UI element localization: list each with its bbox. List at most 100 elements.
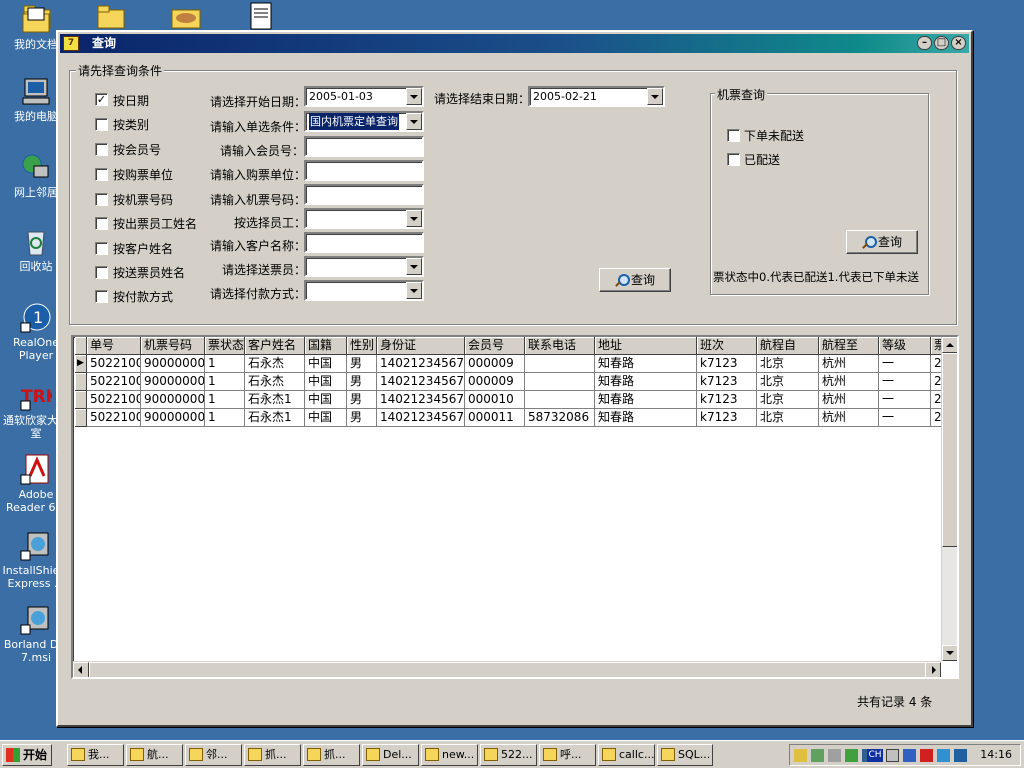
column-header[interactable]: 国籍 — [305, 337, 347, 355]
checkbox-ordered-not-delivered[interactable] — [727, 129, 740, 142]
checkbox-by-customer-name[interactable] — [95, 242, 108, 255]
table-cell[interactable]: 男 — [347, 373, 377, 391]
checkbox-delivered[interactable] — [727, 153, 740, 166]
tray-tool-icon[interactable] — [845, 749, 858, 762]
column-header[interactable]: 会员号 — [465, 337, 525, 355]
row-indicator[interactable] — [75, 409, 87, 427]
table-cell[interactable]: k7123 — [697, 391, 757, 409]
ticket-no-input[interactable] — [304, 184, 424, 205]
column-header[interactable]: 班次 — [697, 337, 757, 355]
checkbox-by-employee-name[interactable] — [95, 217, 108, 230]
checkbox-by-member-no[interactable] — [95, 143, 108, 156]
table-cell[interactable]: 000009 — [465, 373, 525, 391]
start-button[interactable]: 开始 — [2, 744, 52, 766]
start-date-dropdown-button[interactable] — [406, 88, 422, 105]
table-cell[interactable]: 1 — [205, 373, 245, 391]
minimize-button[interactable]: – — [917, 36, 932, 50]
table-cell[interactable]: 知春路 — [595, 355, 697, 373]
table-cell[interactable]: k7123 — [697, 373, 757, 391]
scroll-left-button[interactable] — [73, 662, 89, 677]
table-cell[interactable]: 9000000000 — [141, 391, 205, 409]
table-cell[interactable]: 中国 — [305, 391, 347, 409]
taskbar-button[interactable]: 522... — [480, 744, 537, 766]
desktop-top-icon-4[interactable] — [248, 2, 274, 30]
delphi-app-icon[interactable]: 7 — [63, 36, 79, 51]
scroll-right-button[interactable] — [925, 662, 941, 677]
table-cell[interactable] — [525, 373, 595, 391]
payment-select[interactable] — [304, 280, 424, 301]
table-cell[interactable]: 石永杰1 — [245, 409, 305, 427]
table-cell[interactable]: k7123 — [697, 355, 757, 373]
row-indicator[interactable]: ▶ — [75, 355, 87, 373]
query-button[interactable]: 查询 — [599, 268, 671, 292]
table-cell[interactable]: 北京 — [757, 373, 819, 391]
table-cell[interactable]: 北京 — [757, 391, 819, 409]
single-condition-dropdown-button[interactable] — [406, 113, 422, 130]
column-header[interactable]: 客户姓名 — [245, 337, 305, 355]
table-cell[interactable] — [525, 391, 595, 409]
table-cell[interactable]: 男 — [347, 409, 377, 427]
end-date-picker[interactable]: 2005-02-21 — [528, 86, 665, 107]
table-cell[interactable]: 北京 — [757, 409, 819, 427]
table-cell[interactable]: 9000000000 — [141, 355, 205, 373]
close-button[interactable]: × — [951, 36, 966, 50]
column-header[interactable]: 等级 — [879, 337, 931, 355]
desktop-top-icon-2[interactable] — [96, 4, 126, 30]
tray-messenger-icon[interactable] — [937, 749, 950, 762]
column-header[interactable]: 机票号码 — [141, 337, 205, 355]
table-cell[interactable]: 一 — [879, 409, 931, 427]
employee-select[interactable] — [304, 208, 424, 229]
table-cell[interactable]: 男 — [347, 391, 377, 409]
checkbox-by-ticket-no[interactable] — [95, 193, 108, 206]
scroll-down-button[interactable] — [942, 645, 957, 661]
employee-dropdown-button[interactable] — [406, 210, 422, 227]
row-indicator[interactable] — [75, 373, 87, 391]
table-cell[interactable]: 石永杰 — [245, 355, 305, 373]
table-cell[interactable]: 中国 — [305, 373, 347, 391]
taskbar-button[interactable]: 抓... — [303, 744, 360, 766]
scroll-thumb-vertical[interactable] — [942, 353, 957, 547]
tray-volume-icon[interactable] — [828, 749, 841, 762]
table-cell[interactable]: 1 — [205, 409, 245, 427]
table-cell[interactable]: 知春路 — [595, 373, 697, 391]
table-row[interactable]: ▶5022100190000000001石永杰中国男14021234567890… — [75, 355, 955, 373]
table-cell[interactable]: 50221002 — [87, 391, 141, 409]
table-cell[interactable]: 1402123456782 — [377, 391, 465, 409]
checkbox-by-payment[interactable] — [95, 290, 108, 303]
start-date-picker[interactable]: 2005-01-03 — [304, 86, 424, 107]
taskbar-button[interactable]: new... — [421, 744, 478, 766]
taskbar-button[interactable]: 抓... — [244, 744, 301, 766]
taskbar-button[interactable]: 我... — [67, 744, 124, 766]
column-header[interactable]: 身份证 — [377, 337, 465, 355]
table-cell[interactable]: 中国 — [305, 409, 347, 427]
column-header[interactable]: 单号 — [87, 337, 141, 355]
table-cell[interactable]: 50221001 — [87, 355, 141, 373]
single-condition-select[interactable]: 国内机票定单查询 — [304, 111, 424, 132]
taskbar-button[interactable]: Del... — [362, 744, 419, 766]
checkbox-by-category[interactable] — [95, 118, 108, 131]
horizontal-scrollbar[interactable] — [73, 661, 941, 677]
table-cell[interactable]: 杭州 — [819, 409, 879, 427]
table-cell[interactable]: 50221001 — [87, 373, 141, 391]
table-cell[interactable]: 1402123456789 — [377, 373, 465, 391]
table-cell[interactable]: 1402123456783 — [377, 409, 465, 427]
column-header[interactable]: 联系电话 — [525, 337, 595, 355]
table-cell[interactable]: 000010 — [465, 391, 525, 409]
table-cell[interactable]: 000009 — [465, 355, 525, 373]
row-indicator[interactable] — [75, 391, 87, 409]
table-cell[interactable]: 男 — [347, 355, 377, 373]
scroll-thumb-horizontal[interactable] — [89, 662, 929, 677]
member-no-input[interactable] — [304, 136, 424, 157]
column-header[interactable]: 地址 — [595, 337, 697, 355]
table-cell[interactable]: 北京 — [757, 355, 819, 373]
column-header[interactable]: 航程自 — [757, 337, 819, 355]
table-row[interactable]: 5022100190000000001石永杰中国男140212345678900… — [75, 373, 955, 391]
tray-antivirus-icon[interactable] — [920, 749, 933, 762]
table-cell[interactable]: 知春路 — [595, 409, 697, 427]
restore-button[interactable]: □ — [934, 36, 949, 50]
table-cell[interactable]: 中国 — [305, 355, 347, 373]
table-cell[interactable]: 50221003 — [87, 409, 141, 427]
tray-lang-icon[interactable]: CH — [867, 749, 883, 762]
taskbar-button[interactable]: SQL... — [657, 744, 713, 766]
taskbar-button[interactable]: 航... — [126, 744, 183, 766]
